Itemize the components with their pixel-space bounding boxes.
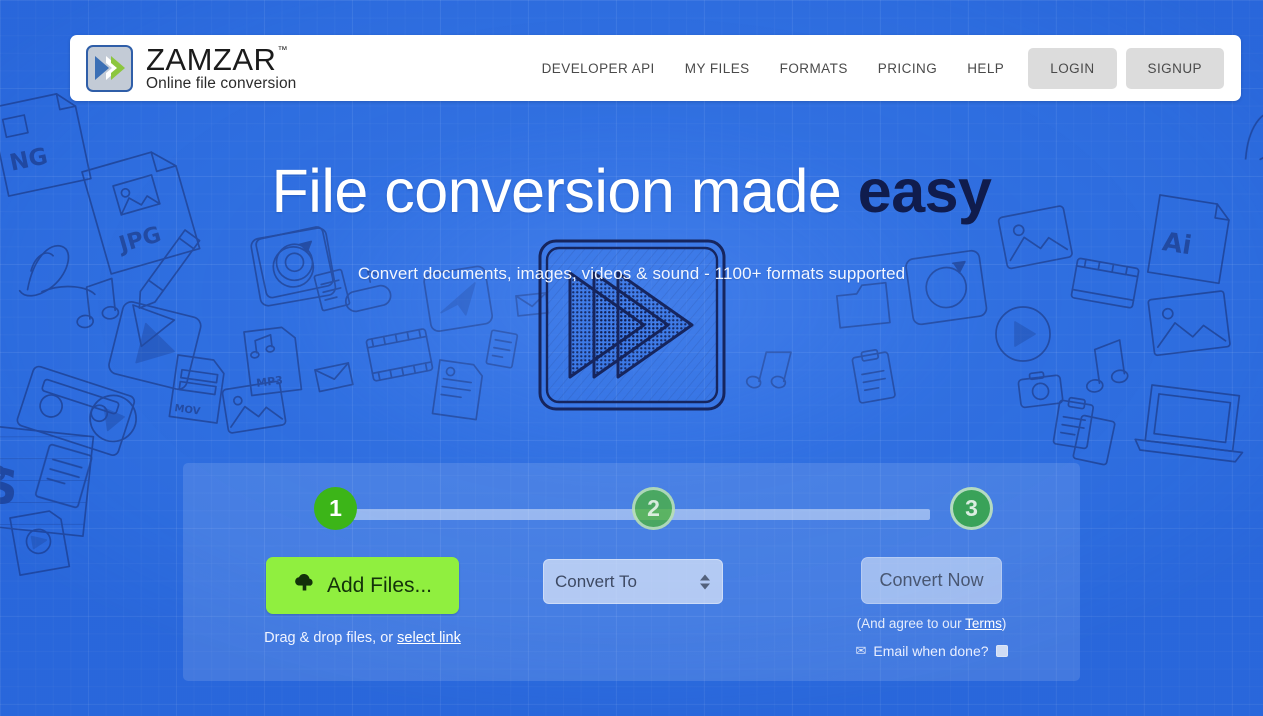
nav-my-files[interactable]: MY FILES	[670, 53, 765, 84]
terms-link[interactable]: Terms	[965, 616, 1002, 631]
page-title: File conversion made easy	[0, 159, 1263, 223]
add-files-button[interactable]: Add Files...	[265, 557, 460, 614]
email-when-done-row: ✉ Email when done?	[783, 643, 1080, 659]
logo[interactable]: ZAMZAR™ Online file conversion	[86, 44, 296, 92]
hero-title-strong: easy	[857, 156, 992, 225]
convert-to-wrapper: Convert To	[543, 559, 723, 604]
cloud-upload-icon	[293, 572, 316, 599]
terms-suffix: )	[1001, 616, 1007, 631]
trademark-symbol: ™	[277, 44, 288, 56]
convert-to-select[interactable]: Convert To	[543, 559, 723, 604]
add-files-label: Add Files...	[326, 573, 433, 597]
nav-formats[interactable]: FORMATS	[765, 53, 863, 84]
envelope-icon: ✉	[855, 643, 867, 658]
hero-title-light: File conversion made	[271, 156, 842, 225]
brand-tagline: Online file conversion	[146, 75, 297, 93]
step-1-column: Add Files... Drag & drop files, or selec…	[210, 557, 515, 646]
step-2-column: Convert To	[518, 557, 748, 604]
login-button[interactable]: LOGIN	[1028, 47, 1117, 89]
signup-button[interactable]: SIGNUP	[1125, 47, 1224, 89]
email-when-done-label: Email when done?	[873, 643, 989, 659]
nav-help[interactable]: HELP	[952, 53, 1019, 84]
step-3-indicator: 3	[950, 487, 993, 530]
hero-subtitle: Convert documents, images, videos & soun…	[357, 263, 906, 283]
nav-developer-api[interactable]: DEVELOPER API	[527, 53, 670, 84]
convert-now-button[interactable]: Convert Now	[861, 557, 1002, 604]
select-link[interactable]: select link	[397, 630, 461, 646]
step-2-indicator: 2	[632, 487, 675, 530]
double-chevron-icon	[86, 44, 133, 92]
brand-name: ZAMZAR	[146, 42, 277, 78]
steps-progress: 1 2 3	[183, 463, 1080, 557]
hero-section: File conversion made easy Convert docume…	[0, 118, 1263, 284]
drag-drop-hint: Drag & drop files, or select link	[210, 630, 515, 646]
drag-hint-text: Drag & drop files, or	[264, 630, 398, 646]
converter-columns: Add Files... Drag & drop files, or selec…	[183, 557, 1080, 681]
email-when-done-checkbox[interactable]	[995, 645, 1008, 657]
site-header: ZAMZAR™ Online file conversion DEVELOPER…	[70, 35, 1241, 101]
main-navigation: DEVELOPER API MY FILES FORMATS PRICING H…	[527, 47, 1241, 89]
step-3-column: Convert Now (And agree to our Terms) ✉ E…	[783, 557, 1080, 659]
step-1-indicator: 1	[314, 487, 357, 530]
terms-notice: (And agree to our Terms)	[783, 616, 1080, 631]
file-converter-panel: 1 2 3 Add Files... Drag & drop files, or…	[183, 463, 1080, 681]
terms-prefix: (And agree to our	[856, 616, 966, 631]
nav-pricing[interactable]: PRICING	[863, 53, 952, 84]
